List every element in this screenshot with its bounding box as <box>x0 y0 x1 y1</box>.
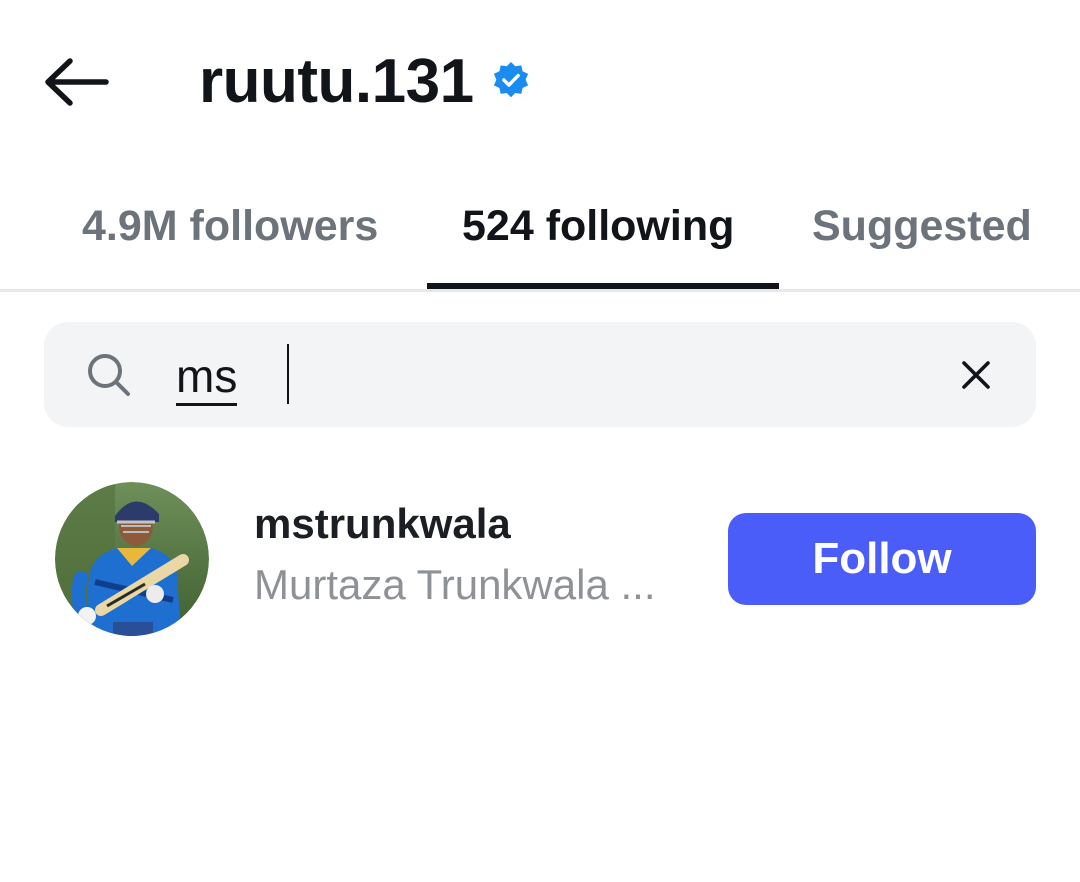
search-input[interactable]: ms <box>176 346 238 406</box>
result-full-name: Murtaza Trunkwala ... <box>254 561 656 608</box>
tab-suggested[interactable]: Suggested <box>812 196 1032 256</box>
avatar[interactable] <box>55 482 209 636</box>
following-list-screen: ruutu.131 l 4.9M followers 524 following… <box>0 0 1080 882</box>
tabs-divider <box>0 289 1080 292</box>
tab-bar: l 4.9M followers 524 following Suggested <box>0 180 1080 292</box>
result-username[interactable]: mstrunkwala <box>254 500 511 548</box>
avatar-photo <box>55 482 209 636</box>
list-item[interactable]: mstrunkwala Murtaza Trunkwala ... Follow <box>0 470 1080 650</box>
back-button[interactable] <box>40 50 114 114</box>
header: ruutu.131 <box>0 0 1080 160</box>
tab-following[interactable]: 524 following <box>462 196 734 256</box>
follow-button[interactable]: Follow <box>728 513 1036 605</box>
tab-followers[interactable]: 4.9M followers <box>82 196 378 256</box>
close-icon[interactable] <box>956 355 996 395</box>
page-title: ruutu.131 <box>199 47 474 116</box>
search-bar[interactable]: ms <box>44 322 1036 427</box>
search-icon <box>88 354 130 396</box>
verified-badge-icon <box>493 61 529 98</box>
arrow-left-icon <box>45 58 109 106</box>
text-caret <box>287 344 289 404</box>
